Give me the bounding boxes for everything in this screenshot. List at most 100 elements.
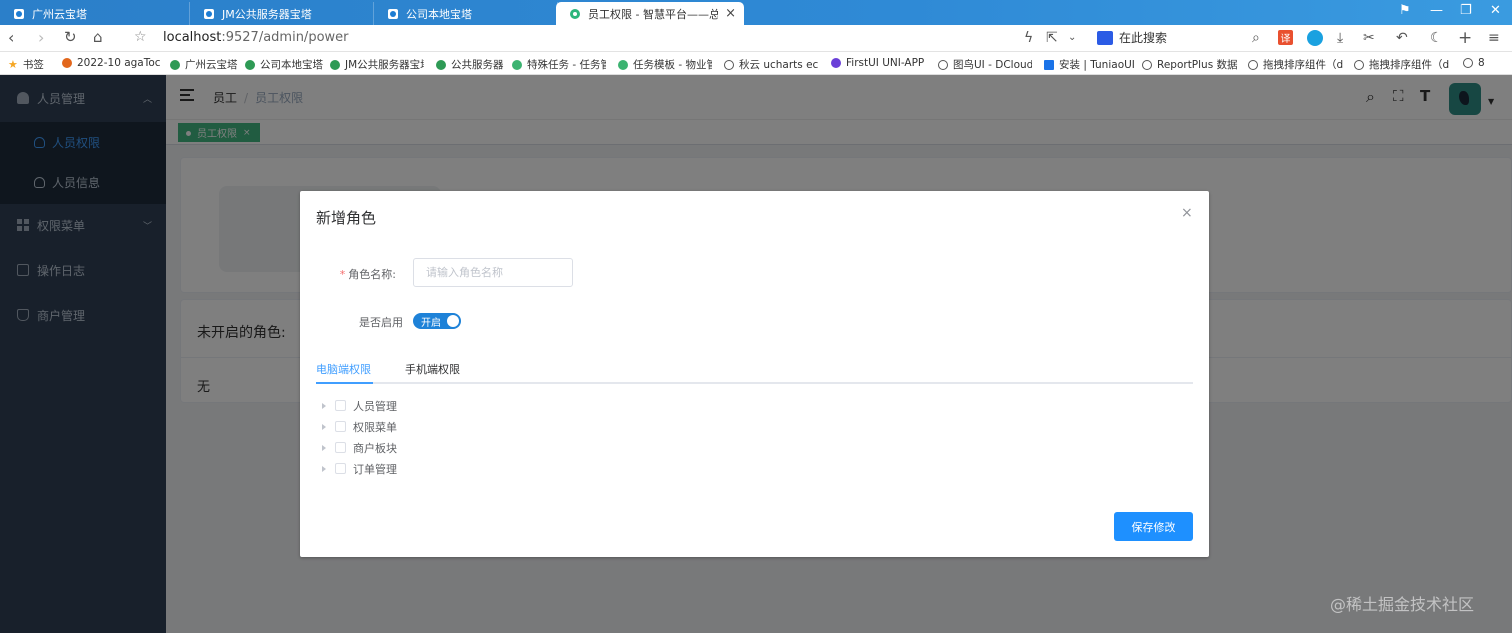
tree-node[interactable]: 人员管理 bbox=[322, 395, 397, 416]
bookmark-item[interactable]: 公司本地宝塔 bbox=[245, 57, 323, 72]
close-tab-icon[interactable]: × bbox=[725, 6, 736, 21]
restore-icon[interactable]: ❐ bbox=[1460, 3, 1472, 18]
browser-tab[interactable]: JM公共服务器宝塔 bbox=[190, 2, 374, 25]
lightning-icon[interactable]: ϟ bbox=[1024, 30, 1033, 46]
globe-icon bbox=[724, 59, 734, 70]
bookmark-icon bbox=[618, 59, 628, 70]
minimize-icon[interactable]: — bbox=[1430, 3, 1443, 18]
browser-tab-title: 员工权限 - 智慧平台——总后台 bbox=[588, 7, 718, 21]
browser-tab[interactable]: 公司本地宝塔 bbox=[374, 2, 558, 25]
search-engine-box[interactable]: 在此搜索 bbox=[1097, 29, 1167, 46]
bookmark-item[interactable]: 任务模板 - 物业管 bbox=[618, 57, 712, 72]
tree-checkbox[interactable] bbox=[335, 463, 346, 474]
bookmark-label: 8 bbox=[1478, 57, 1485, 69]
active-tab-indicator bbox=[316, 382, 373, 384]
watermark: @稀土掘金技术社区 bbox=[1330, 595, 1475, 614]
bookmark-item[interactable]: 特殊任务 - 任务管 bbox=[512, 57, 606, 72]
bt-favicon-icon bbox=[14, 8, 24, 19]
tab-mobile-permission[interactable]: 手机端权限 bbox=[405, 361, 460, 377]
tree-node[interactable]: 订单管理 bbox=[322, 458, 397, 479]
browser-tab[interactable]: 广州云宝塔 bbox=[0, 2, 190, 25]
expand-arrow-icon[interactable] bbox=[322, 402, 326, 409]
expand-arrow-icon[interactable] bbox=[322, 465, 326, 472]
bookmark-item[interactable]: 安装 | TuniaoUI bbox=[1044, 57, 1135, 72]
share-icon[interactable]: ⇱ bbox=[1046, 30, 1058, 46]
plus-icon[interactable]: + bbox=[1458, 28, 1472, 48]
add-role-dialog: 新增角色 × *角色名称: 是否启用 开启 电脑端权限 手机端权限 人员管理 权… bbox=[300, 191, 1209, 557]
role-name-label: * 角色名称: bbox=[276, 266, 396, 282]
bookmark-label: 安装 | TuniaoUI bbox=[1059, 59, 1135, 71]
bookmark-item[interactable]: 2022-10 agaToc bbox=[62, 57, 161, 69]
bookmark-icon bbox=[831, 58, 841, 68]
tree-node[interactable]: 商户板块 bbox=[322, 437, 397, 458]
forward-icon[interactable]: › bbox=[38, 28, 44, 47]
save-button[interactable]: 保存修改 bbox=[1114, 512, 1193, 541]
enabled-switch[interactable]: 开启 bbox=[413, 313, 461, 329]
bookmark-label: 秋云 ucharts ech bbox=[739, 59, 818, 71]
star-icon[interactable]: ☆ bbox=[134, 29, 147, 45]
close-icon[interactable]: × bbox=[1181, 205, 1193, 221]
extension-icon[interactable] bbox=[1307, 30, 1323, 46]
browser-tab-title: 公司本地宝塔 bbox=[406, 7, 472, 21]
bookmark-item[interactable]: FirstUI UNI-APP bbox=[831, 57, 927, 69]
bookmark-label: 拖拽排序组件（dr bbox=[1369, 59, 1450, 71]
menu-icon[interactable]: ≡ bbox=[1488, 30, 1500, 46]
expand-arrow-icon[interactable] bbox=[322, 444, 326, 451]
tree-node-label: 商户板块 bbox=[353, 441, 397, 455]
bookmark-item[interactable]: 图鸟UI - DCloud bbox=[938, 57, 1032, 72]
moon-icon[interactable]: ☾ bbox=[1430, 30, 1443, 46]
translate-icon[interactable]: 译 bbox=[1278, 30, 1293, 45]
close-window-icon[interactable]: ✕ bbox=[1490, 3, 1501, 18]
tab-pc-permission[interactable]: 电脑端权限 bbox=[316, 361, 371, 377]
browser-tab-title: JM公共服务器宝塔 bbox=[222, 7, 312, 21]
bookmark-icon bbox=[436, 59, 446, 70]
back-icon[interactable]: ‹ bbox=[8, 28, 14, 47]
tree-checkbox[interactable] bbox=[335, 421, 346, 432]
undo-icon[interactable]: ↶ bbox=[1396, 30, 1408, 46]
globe-icon bbox=[1248, 59, 1258, 70]
bookmark-icon bbox=[512, 59, 522, 70]
bookmark-label: 图鸟UI - DCloud bbox=[953, 59, 1032, 71]
url-host: localhost bbox=[163, 30, 222, 45]
bookmark-icon bbox=[170, 59, 180, 70]
tree-checkbox[interactable] bbox=[335, 442, 346, 453]
tree-node-label: 订单管理 bbox=[353, 462, 397, 476]
chevron-down-icon[interactable]: ⌄ bbox=[1068, 32, 1076, 43]
tree-checkbox[interactable] bbox=[335, 400, 346, 411]
bookmark-item[interactable]: 公共服务器 bbox=[436, 57, 504, 72]
required-asterisk: * bbox=[339, 268, 346, 281]
bookmark-item[interactable]: ReportPlus 数据 bbox=[1142, 57, 1238, 72]
browser-tab-active[interactable]: 员工权限 - 智慧平台——总后台 × bbox=[556, 2, 744, 25]
bookmark-item[interactable]: JM公共服务器宝塔 bbox=[330, 57, 424, 72]
dialog-title: 新增角色 bbox=[316, 209, 377, 227]
search-engine-logo-icon bbox=[1097, 30, 1113, 45]
search-icon[interactable]: ⌕ bbox=[1252, 30, 1260, 46]
bookmark-item[interactable]: 拖拽排序组件（dr bbox=[1248, 57, 1344, 72]
tab-favicon-icon bbox=[570, 8, 580, 19]
url-path: :9527/admin/power bbox=[221, 30, 349, 45]
scissors-icon[interactable]: ✂ bbox=[1363, 30, 1375, 46]
bookmark-item[interactable]: 秋云 ucharts ech bbox=[724, 57, 818, 72]
url-field[interactable]: localhost:9527/admin/power bbox=[163, 30, 349, 45]
bookmarks-menu[interactable]: ★ 书签 bbox=[8, 57, 44, 72]
bookmark-label: 公共服务器 bbox=[451, 59, 504, 71]
star-icon: ★ bbox=[8, 58, 18, 71]
reload-icon[interactable]: ↻ bbox=[64, 28, 77, 46]
bookmark-item[interactable]: 拖拽排序组件（dr bbox=[1354, 57, 1450, 72]
bookmarks-bar: ★ 书签 2022-10 agaToc 广州云宝塔 公司本地宝塔 JM公共服务器… bbox=[0, 52, 1512, 75]
home-icon[interactable]: ⌂ bbox=[93, 28, 103, 46]
bookmark-item[interactable]: 8 bbox=[1463, 57, 1485, 69]
bookmark-item[interactable]: 广州云宝塔 bbox=[170, 57, 238, 72]
permission-tabs: 电脑端权限 手机端权限 bbox=[316, 359, 1193, 384]
tree-node[interactable]: 权限菜单 bbox=[322, 416, 397, 437]
expand-arrow-icon[interactable] bbox=[322, 423, 326, 430]
bookmark-label: 广州云宝塔 bbox=[185, 59, 238, 71]
shirt-icon[interactable]: ⚑ bbox=[1399, 3, 1411, 18]
globe-icon bbox=[938, 59, 948, 70]
bt-favicon-icon bbox=[204, 8, 214, 19]
bookmark-icon bbox=[1044, 59, 1054, 70]
role-name-input[interactable] bbox=[413, 258, 573, 287]
bookmark-label: 任务模板 - 物业管 bbox=[633, 59, 712, 71]
download-icon[interactable]: ⤓ bbox=[1337, 30, 1343, 46]
bookmark-icon bbox=[245, 59, 255, 70]
